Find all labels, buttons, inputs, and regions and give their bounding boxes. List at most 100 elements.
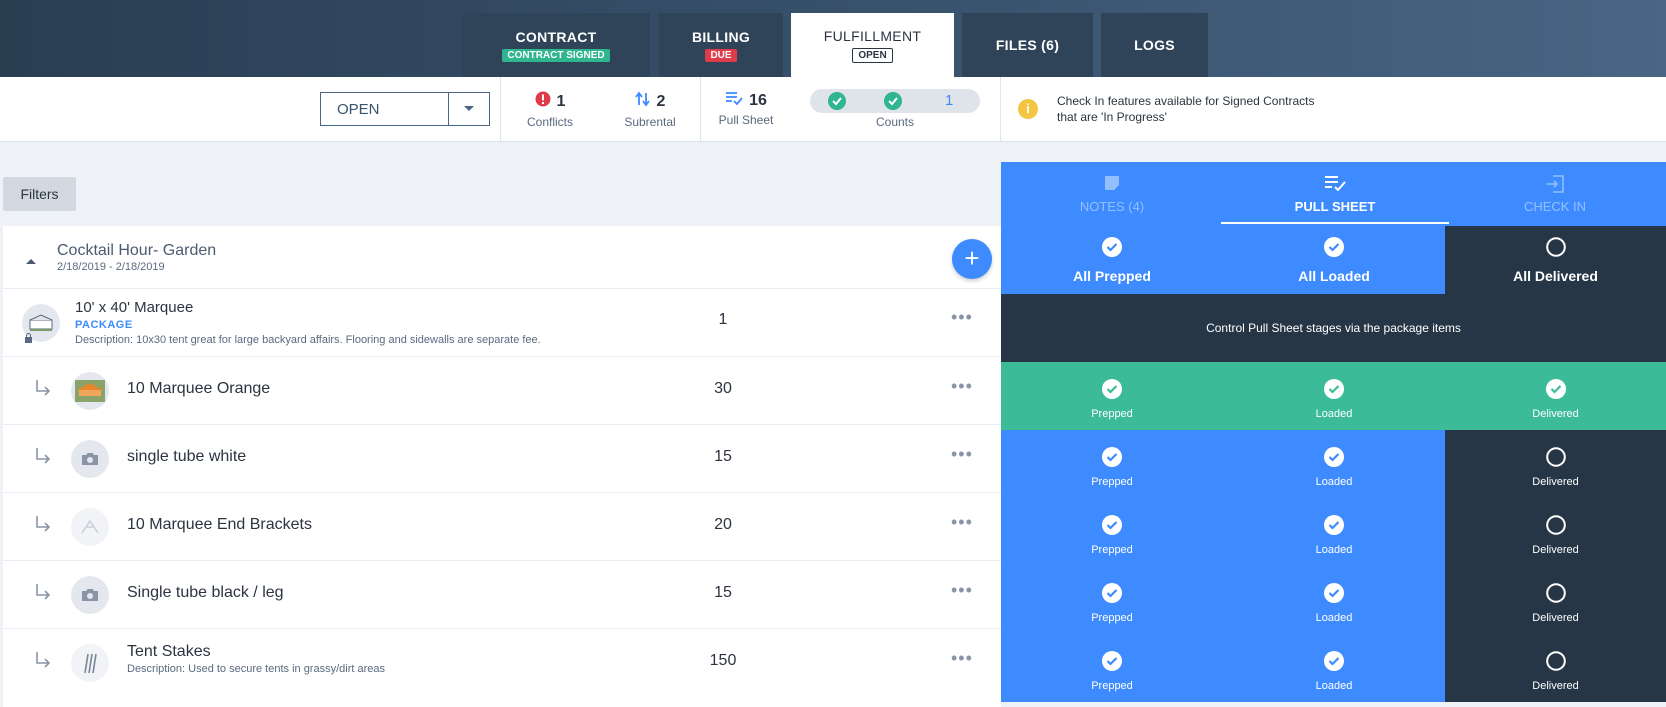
camera-icon: [71, 576, 109, 614]
all-loaded-toggle[interactable]: All Loaded: [1223, 226, 1445, 294]
item-quantity[interactable]: 30: [693, 380, 753, 398]
prepped-label: Prepped: [1091, 544, 1133, 556]
tab-billing[interactable]: BILLING DUE: [659, 13, 783, 77]
loaded-toggle[interactable]: Loaded: [1223, 362, 1445, 430]
item-thumbnail: [71, 372, 109, 410]
group-dates: 2/18/2019 - 2/18/2019: [57, 261, 165, 273]
table-row[interactable]: Tent Stakes Description: Used to secure …: [3, 628, 1001, 696]
more-options-icon[interactable]: •••: [951, 307, 973, 328]
more-options-icon[interactable]: •••: [951, 648, 973, 669]
loaded-label: Loaded: [1315, 544, 1353, 556]
collapse-caret-icon[interactable]: [25, 252, 37, 270]
tab-notes-label: NOTES (4): [1079, 199, 1145, 214]
loaded-toggle[interactable]: Loaded: [1223, 566, 1445, 634]
item-quantity[interactable]: 15: [693, 584, 753, 602]
item-quantity[interactable]: 20: [693, 516, 753, 534]
prepped-label: Prepped: [1091, 408, 1133, 420]
item-name: 10 Marquee Orange: [127, 380, 271, 397]
delivered-toggle[interactable]: Delivered: [1445, 362, 1666, 430]
all-prepped-label: All Prepped: [1073, 268, 1151, 284]
chevron-down-icon[interactable]: [449, 93, 489, 125]
all-delivered-label: All Delivered: [1513, 268, 1598, 284]
table-row[interactable]: 10' x 40' Marquee PACKAGE Description: 1…: [3, 288, 1001, 356]
check-circle-icon: [1445, 379, 1666, 404]
top-nav: CONTRACT CONTRACT SIGNED BILLING DUE FUL…: [0, 0, 1666, 77]
delivered-toggle[interactable]: Delivered: [1445, 634, 1666, 702]
prepped-toggle[interactable]: Prepped: [1001, 430, 1223, 498]
check-circle-icon: [1001, 583, 1223, 608]
table-row[interactable]: 10 Marquee End Brackets 20 •••: [3, 492, 1001, 560]
more-options-icon[interactable]: •••: [951, 512, 973, 533]
loaded-label: Loaded: [1315, 476, 1353, 488]
tab-fulfillment-label: FULFILLMENT: [823, 27, 922, 44]
item-quantity[interactable]: 150: [693, 652, 753, 670]
pullsheet-stat[interactable]: 16 Pull Sheet: [712, 91, 780, 128]
info-line-1: Check In features available for Signed C…: [1057, 94, 1315, 108]
tab-fulfillment[interactable]: FULFILLMENT OPEN: [791, 13, 954, 77]
prepped-toggle[interactable]: Prepped: [1001, 566, 1223, 634]
subrental-label: Subrental: [624, 115, 676, 129]
tab-contract[interactable]: CONTRACT CONTRACT SIGNED: [462, 13, 650, 77]
table-row[interactable]: single tube white 15 •••: [3, 424, 1001, 492]
tab-check-in[interactable]: CHECK IN: [1444, 162, 1666, 226]
item-quantity[interactable]: 1: [693, 311, 753, 329]
all-delivered-toggle[interactable]: All Delivered: [1445, 226, 1666, 294]
tab-notes[interactable]: NOTES (4): [1001, 162, 1223, 226]
tab-pull-sheet-label: PULL SHEET: [1294, 199, 1376, 214]
check-in-info: Check In features available for Signed C…: [1057, 93, 1357, 125]
delivered-toggle[interactable]: Delivered: [1445, 498, 1666, 566]
status-select[interactable]: OPEN: [320, 92, 490, 126]
loaded-toggle[interactable]: Loaded: [1223, 634, 1445, 702]
check-circle-icon: [1223, 379, 1445, 404]
item-name: Single tube black / leg: [127, 584, 284, 601]
empty-circle-icon: [1445, 237, 1666, 262]
more-options-icon[interactable]: •••: [951, 580, 973, 601]
tab-pull-sheet[interactable]: PULL SHEET: [1219, 162, 1451, 226]
item-list: Cocktail Hour- Garden 2/18/2019 - 2/18/2…: [3, 226, 1001, 707]
prepped-label: Prepped: [1091, 612, 1133, 624]
delivered-label: Delivered: [1532, 476, 1579, 488]
check-circle-icon: [1223, 515, 1445, 540]
check-circle-icon: [1001, 379, 1223, 404]
loaded-toggle[interactable]: Loaded: [1223, 430, 1445, 498]
subrental-icon: [634, 91, 651, 112]
fulfillment-status-badge: OPEN: [852, 47, 893, 63]
billing-status-badge: DUE: [705, 48, 737, 62]
empty-circle-icon: [1445, 447, 1666, 472]
check-circle-icon: [1001, 237, 1223, 262]
more-options-icon[interactable]: •••: [951, 376, 973, 397]
item-thumbnail: [71, 508, 109, 546]
all-prepped-toggle[interactable]: All Prepped: [1001, 226, 1223, 294]
tab-files[interactable]: FILES (6): [962, 13, 1093, 77]
all-loaded-label: All Loaded: [1298, 268, 1370, 284]
loaded-toggle[interactable]: Loaded: [1223, 498, 1445, 566]
tab-files-label: FILES (6): [995, 37, 1060, 53]
pull-sheet-panel: NOTES (4) PULL SHEET CHECK IN All Preppe…: [1001, 162, 1666, 707]
contract-status-badge: CONTRACT SIGNED: [502, 48, 610, 62]
prepped-toggle[interactable]: Prepped: [1001, 634, 1223, 702]
stage-row: Prepped Loaded Delivered: [1001, 430, 1666, 498]
sub-item-arrow-icon: [34, 515, 52, 538]
info-icon: i: [1018, 99, 1038, 119]
prepped-toggle[interactable]: Prepped: [1001, 362, 1223, 430]
empty-circle-icon: [1445, 515, 1666, 540]
item-thumbnail: [71, 644, 109, 682]
table-row[interactable]: 10 Marquee Orange 30 •••: [3, 356, 1001, 424]
tab-logs[interactable]: LOGS: [1101, 13, 1208, 77]
counts-pill[interactable]: 1: [810, 89, 980, 113]
table-row[interactable]: Single tube black / leg 15 •••: [3, 560, 1001, 628]
conflicts-count: 1: [556, 92, 566, 110]
group-header: Cocktail Hour- Garden 2/18/2019 - 2/18/2…: [3, 226, 1001, 288]
more-options-icon[interactable]: •••: [951, 444, 973, 465]
delivered-toggle[interactable]: Delivered: [1445, 566, 1666, 634]
conflicts-stat[interactable]: 1 Conflicts: [516, 91, 584, 129]
filters-button[interactable]: Filters: [3, 177, 76, 211]
add-item-button[interactable]: +: [952, 239, 992, 279]
delivered-toggle[interactable]: Delivered: [1445, 430, 1666, 498]
item-description: Description: 10x30 tent great for large …: [75, 334, 541, 346]
subrental-stat[interactable]: 2 Subrental: [616, 91, 684, 129]
camera-icon: [71, 440, 109, 478]
prepped-toggle[interactable]: Prepped: [1001, 498, 1223, 566]
check-circle-icon: [1223, 583, 1445, 608]
item-quantity[interactable]: 15: [693, 448, 753, 466]
